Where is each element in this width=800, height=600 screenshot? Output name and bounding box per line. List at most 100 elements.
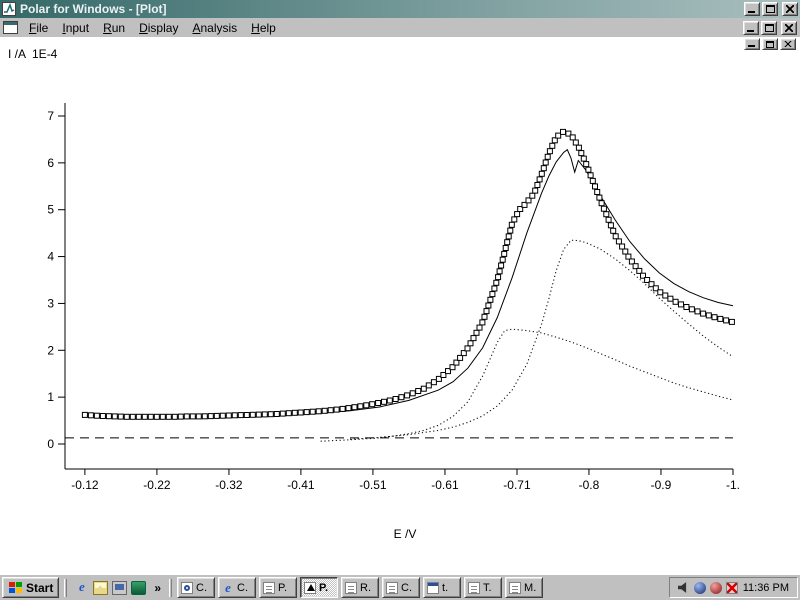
application-window: Polar for Windows - [Plot] FileInputRunD… — [0, 0, 800, 600]
y-tick-label: 5 — [47, 203, 54, 217]
mdi-window-controls — [743, 21, 797, 35]
task-button-2[interactable]: C. — [218, 577, 256, 598]
secondary-window-controls — [744, 38, 796, 50]
task-label: C. — [196, 582, 207, 594]
mdi-close-button[interactable] — [781, 21, 797, 35]
polar-icon — [304, 582, 316, 594]
browser-icon — [222, 582, 234, 594]
volume-icon[interactable] — [678, 582, 690, 594]
task-button-1[interactable]: C. — [177, 577, 215, 598]
tray-clock: 11:36 PM — [743, 582, 789, 594]
series-fitted-total — [85, 150, 733, 419]
search-icon — [181, 582, 193, 594]
document-icon — [386, 582, 398, 594]
title-bar[interactable]: Polar for Windows - [Plot] — [0, 0, 800, 18]
menu-bar: FileInputRunDisplayAnalysisHelp — [0, 18, 800, 37]
x-axis-label: E /V — [394, 527, 417, 541]
plot-window-icon[interactable] — [3, 21, 18, 34]
task-buttons: C. C. P. P. R. C. t. T. M. — [177, 577, 543, 598]
series-measured-squares — [82, 129, 734, 419]
x-tick-label: -0.61 — [431, 478, 459, 492]
x-tick-label: -0.22 — [143, 478, 171, 492]
y-tick-label: 6 — [47, 156, 54, 170]
task-label: t. — [442, 582, 448, 594]
menu-item-display[interactable]: Display — [132, 19, 185, 37]
minimize-icon — [748, 45, 755, 47]
menu-item-input[interactable]: Input — [55, 19, 96, 37]
minimize-icon — [747, 30, 754, 32]
taskbar-handle[interactable] — [64, 579, 67, 597]
x-tick-label: -0.51 — [359, 478, 387, 492]
y-tick-label: 1 — [47, 390, 54, 404]
x-tick-label: -1. — [726, 478, 740, 492]
tray-icons — [678, 582, 738, 594]
task-button-9[interactable]: M. — [505, 577, 543, 598]
chart-series — [65, 129, 734, 441]
task-label: M. — [524, 582, 536, 594]
quick-launch-overflow[interactable]: » — [151, 581, 164, 595]
x-tick-label: -0.12 — [71, 478, 99, 492]
taskbar: Start » C. C. P. P. R. C. t. T. M. 11:36 PM — [0, 574, 800, 600]
window-title: Polar for Windows - [Plot] — [20, 2, 740, 16]
task-button-5[interactable]: R. — [341, 577, 379, 598]
minimize-button[interactable] — [744, 2, 760, 16]
mdi-restore-button[interactable] — [761, 21, 777, 35]
x-tick-label: -0.32 — [215, 478, 243, 492]
internet-explorer-icon[interactable] — [74, 581, 89, 595]
document-icon — [509, 582, 521, 594]
task-button-8[interactable]: T. — [464, 577, 502, 598]
document-icon — [263, 582, 275, 594]
menu-item-analysis[interactable]: Analysis — [185, 19, 244, 37]
doc-restore-button[interactable] — [762, 38, 778, 50]
task-button-3[interactable]: P. — [259, 577, 297, 598]
windows-logo-icon — [8, 581, 23, 594]
notepad-icon — [427, 582, 439, 594]
network-offline-icon[interactable] — [726, 582, 738, 594]
plot-canvas: I /A 1E-4 E /V 01234567-0.12-0.22-0.32-0… — [0, 37, 800, 574]
minimize-icon — [748, 11, 755, 13]
media-player-icon[interactable] — [694, 582, 706, 594]
quick-launch — [72, 581, 148, 595]
task-label: P. — [278, 582, 287, 594]
y-tick-label: 0 — [47, 437, 54, 451]
close-button[interactable] — [782, 2, 798, 16]
menu-item-file[interactable]: File — [22, 19, 55, 37]
x-tick-label: -0.41 — [287, 478, 315, 492]
mdi-minimize-button[interactable] — [743, 21, 759, 35]
window-controls — [744, 2, 798, 16]
maximize-button[interactable] — [762, 2, 778, 16]
doc-minimize-button[interactable] — [744, 38, 760, 50]
task-button-6[interactable]: C. — [382, 577, 420, 598]
menu-items: FileInputRunDisplayAnalysisHelp — [22, 19, 743, 37]
restore-icon — [765, 24, 774, 32]
channels-icon[interactable] — [131, 581, 146, 595]
y-tick-label: 7 — [47, 109, 54, 123]
chart-axes: 01234567-0.12-0.22-0.32-0.41-0.51-0.61-0… — [47, 103, 740, 492]
task-button-7[interactable]: t. — [423, 577, 461, 598]
document-icon — [345, 582, 357, 594]
x-tick-label: -0.71 — [503, 478, 531, 492]
task-label: R. — [360, 582, 371, 594]
start-button[interactable]: Start — [2, 577, 59, 598]
taskbar-handle[interactable] — [169, 579, 172, 597]
menu-item-run[interactable]: Run — [96, 19, 132, 37]
close-icon — [786, 5, 794, 13]
x-tick-label: -0.8 — [579, 478, 600, 492]
show-desktop-icon[interactable] — [112, 581, 127, 595]
restore-icon — [766, 41, 774, 48]
outlook-express-icon[interactable] — [93, 581, 108, 595]
plot-client-area: I /A 1E-4 E /V 01234567-0.12-0.22-0.32-0… — [0, 37, 800, 574]
task-button-4[interactable]: P. — [300, 577, 338, 598]
start-label: Start — [26, 581, 53, 595]
doc-close-button[interactable] — [780, 38, 796, 50]
menu-item-help[interactable]: Help — [244, 19, 283, 37]
series-component-1 — [350, 240, 733, 439]
x-tick-label: -0.9 — [651, 478, 672, 492]
task-label: P. — [319, 582, 328, 594]
maximize-icon — [766, 5, 775, 13]
app-icon — [2, 2, 16, 16]
close-icon — [785, 24, 793, 32]
y-axis-unit-label: I /A 1E-4 — [8, 47, 58, 61]
y-tick-label: 4 — [47, 250, 54, 264]
realplay-icon[interactable] — [710, 582, 722, 594]
